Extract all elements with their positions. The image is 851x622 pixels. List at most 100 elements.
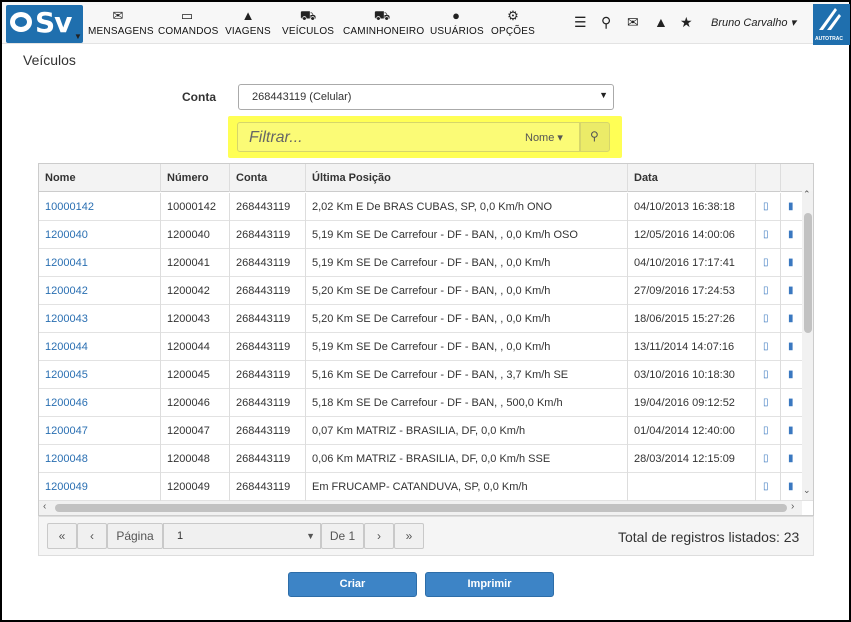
nav-viagens[interactable]: ▲ VIAGENS [225, 8, 271, 42]
scroll-down-icon[interactable]: ⌄ [803, 485, 811, 496]
double-chevron-right-icon: » [405, 529, 413, 543]
imprimir-button[interactable]: Imprimir [425, 572, 554, 597]
list-icon[interactable]: ☰ [574, 14, 587, 31]
app-logo[interactable]: Sv ▼ [6, 5, 83, 43]
trash-icon[interactable]: ▮ [788, 481, 794, 492]
cell-numero: 1200049 [161, 473, 230, 501]
nav-mensagens[interactable]: ✉ MENSAGENS [88, 8, 154, 42]
document-icon[interactable]: ▯ [763, 285, 769, 296]
scroll-right-icon[interactable]: › [791, 501, 794, 512]
cell-conta: 268443119 [230, 221, 306, 249]
cell-nome[interactable]: 1200043 [39, 305, 161, 333]
table-row[interactable]: 1200046 1200046 268443119 5,18 Km SE De Car… [39, 389, 813, 417]
horizontal-scrollbar[interactable]: ‹ › [39, 501, 802, 515]
cell-nome[interactable]: 1200040 [39, 221, 161, 249]
document-icon[interactable]: ▯ [763, 341, 769, 352]
table-row[interactable]: 1200045 1200045 268443119 5,16 Km SE De Car… [39, 361, 813, 389]
alert-icon[interactable]: ▲ [654, 14, 668, 30]
nav-label: VEÍCULOS [282, 26, 335, 37]
cell-ultima-posicao: 5,20 Km SE De Carrefour - DF - BAN, , 0,… [306, 277, 628, 305]
page-select[interactable]: 1 ▼ [163, 523, 321, 549]
gears-icon: ⚙ [507, 8, 519, 23]
cell-nome[interactable]: 1200049 [39, 473, 161, 501]
cell-nome[interactable]: 1200048 [39, 445, 161, 473]
header-ultima-posicao[interactable]: Última Posição [306, 164, 628, 192]
prev-page-button[interactable]: ‹ [77, 523, 107, 549]
horizontal-scroll-thumb[interactable] [55, 504, 787, 512]
table-row[interactable]: 1200043 1200043 268443119 5,20 Km SE De Car… [39, 305, 813, 333]
trash-icon[interactable]: ▮ [788, 369, 794, 380]
document-icon[interactable]: ▯ [763, 453, 769, 464]
document-icon[interactable]: ▯ [763, 425, 769, 436]
nav-comandos[interactable]: ▭ COMANDOS [158, 8, 218, 42]
cell-nome[interactable]: 10000142 [39, 193, 161, 221]
filter-field-label: Nome [525, 132, 555, 144]
table-row[interactable]: 1200048 1200048 268443119 0,06 Km MATRIZ - … [39, 445, 813, 473]
trash-icon[interactable]: ▮ [788, 425, 794, 436]
last-page-button[interactable]: » [394, 523, 424, 549]
filter-input[interactable]: Filtrar... Nome ▾ [237, 122, 580, 152]
car-icon: ⛟ [299, 8, 317, 23]
cell-numero: 1200046 [161, 389, 230, 417]
envelope-icon[interactable]: ✉ [627, 14, 639, 31]
nav-usuarios[interactable]: ● USUÁRIOS [430, 8, 484, 42]
cell-nome[interactable]: 1200045 [39, 361, 161, 389]
vertical-scrollbar[interactable]: ⌃ ⌄ [802, 189, 813, 500]
cell-nome[interactable]: 1200046 [39, 389, 161, 417]
cell-nome[interactable]: 1200042 [39, 277, 161, 305]
document-icon[interactable]: ▯ [763, 201, 769, 212]
table-row[interactable]: 1200047 1200047 268443119 0,07 Km MATRIZ - … [39, 417, 813, 445]
user-menu[interactable]: Bruno Carvalho ▾ [711, 16, 796, 29]
scroll-left-icon[interactable]: ‹ [43, 501, 46, 512]
user-name: Bruno Carvalho [711, 17, 788, 29]
nav-opcoes[interactable]: ⚙ OPÇÕES [491, 8, 535, 42]
table-row[interactable]: 1200044 1200044 268443119 5,19 Km SE De Car… [39, 333, 813, 361]
conta-value: 268443119 (Celular) [252, 91, 352, 103]
next-page-button[interactable]: › [364, 523, 394, 549]
criar-button[interactable]: Criar [288, 572, 417, 597]
table-row[interactable]: 1200042 1200042 268443119 5,20 Km SE De Car… [39, 277, 813, 305]
cell-conta: 268443119 [230, 361, 306, 389]
trash-icon[interactable]: ▮ [788, 229, 794, 240]
trash-icon[interactable]: ▮ [788, 285, 794, 296]
nav-veiculos[interactable]: ⛟ VEÍCULOS [282, 8, 334, 42]
cell-nome[interactable]: 1200047 [39, 417, 161, 445]
nav-caminhoneiro[interactable]: ⛟ CAMINHONEIRO [343, 8, 424, 42]
header-data[interactable]: Data [628, 164, 756, 192]
trash-icon[interactable]: ▮ [788, 341, 794, 352]
cell-numero: 1200040 [161, 221, 230, 249]
scroll-up-icon[interactable]: ⌃ [803, 189, 811, 200]
cell-ultima-posicao: 5,20 Km SE De Carrefour - DF - BAN, , 0,… [306, 305, 628, 333]
trash-icon[interactable]: ▮ [788, 201, 794, 212]
conta-select[interactable]: 268443119 (Celular) ▼ [238, 84, 614, 110]
filter-placeholder: Filtrar... [249, 129, 303, 146]
search-icon[interactable]: ⚲ [601, 14, 611, 31]
star-icon[interactable]: ★ [680, 14, 693, 31]
cell-ultima-posicao: 5,19 Km SE De Carrefour - DF - BAN, , 0,… [306, 221, 628, 249]
trash-icon[interactable]: ▮ [788, 257, 794, 268]
document-icon[interactable]: ▯ [763, 369, 769, 380]
document-icon[interactable]: ▯ [763, 397, 769, 408]
filter-field-dropdown[interactable]: Nome ▾ [525, 131, 563, 144]
document-icon[interactable]: ▯ [763, 481, 769, 492]
table-row[interactable]: 10000142 10000142 268443119 2,02 Km E De BR… [39, 193, 813, 221]
table-row[interactable]: 1200040 1200040 268443119 5,19 Km SE De Car… [39, 221, 813, 249]
trash-icon[interactable]: ▮ [788, 397, 794, 408]
autotrac-mark-icon [819, 8, 841, 30]
header-numero[interactable]: Número [161, 164, 230, 192]
envelope-icon: ✉ [112, 8, 124, 23]
vertical-scroll-thumb[interactable] [804, 213, 812, 333]
cell-nome[interactable]: 1200041 [39, 249, 161, 277]
table-row[interactable]: 1200049 1200049 268443119 Em FRUCAMP- CATAN… [39, 473, 813, 501]
document-icon[interactable]: ▯ [763, 257, 769, 268]
first-page-button[interactable]: « [47, 523, 77, 549]
trash-icon[interactable]: ▮ [788, 453, 794, 464]
header-conta[interactable]: Conta [230, 164, 306, 192]
document-icon[interactable]: ▯ [763, 229, 769, 240]
table-row[interactable]: 1200041 1200041 268443119 5,19 Km SE De Car… [39, 249, 813, 277]
trash-icon[interactable]: ▮ [788, 313, 794, 324]
cell-nome[interactable]: 1200044 [39, 333, 161, 361]
filter-search-button[interactable]: ⚲ [580, 122, 610, 152]
header-nome[interactable]: Nome [39, 164, 161, 192]
document-icon[interactable]: ▯ [763, 313, 769, 324]
